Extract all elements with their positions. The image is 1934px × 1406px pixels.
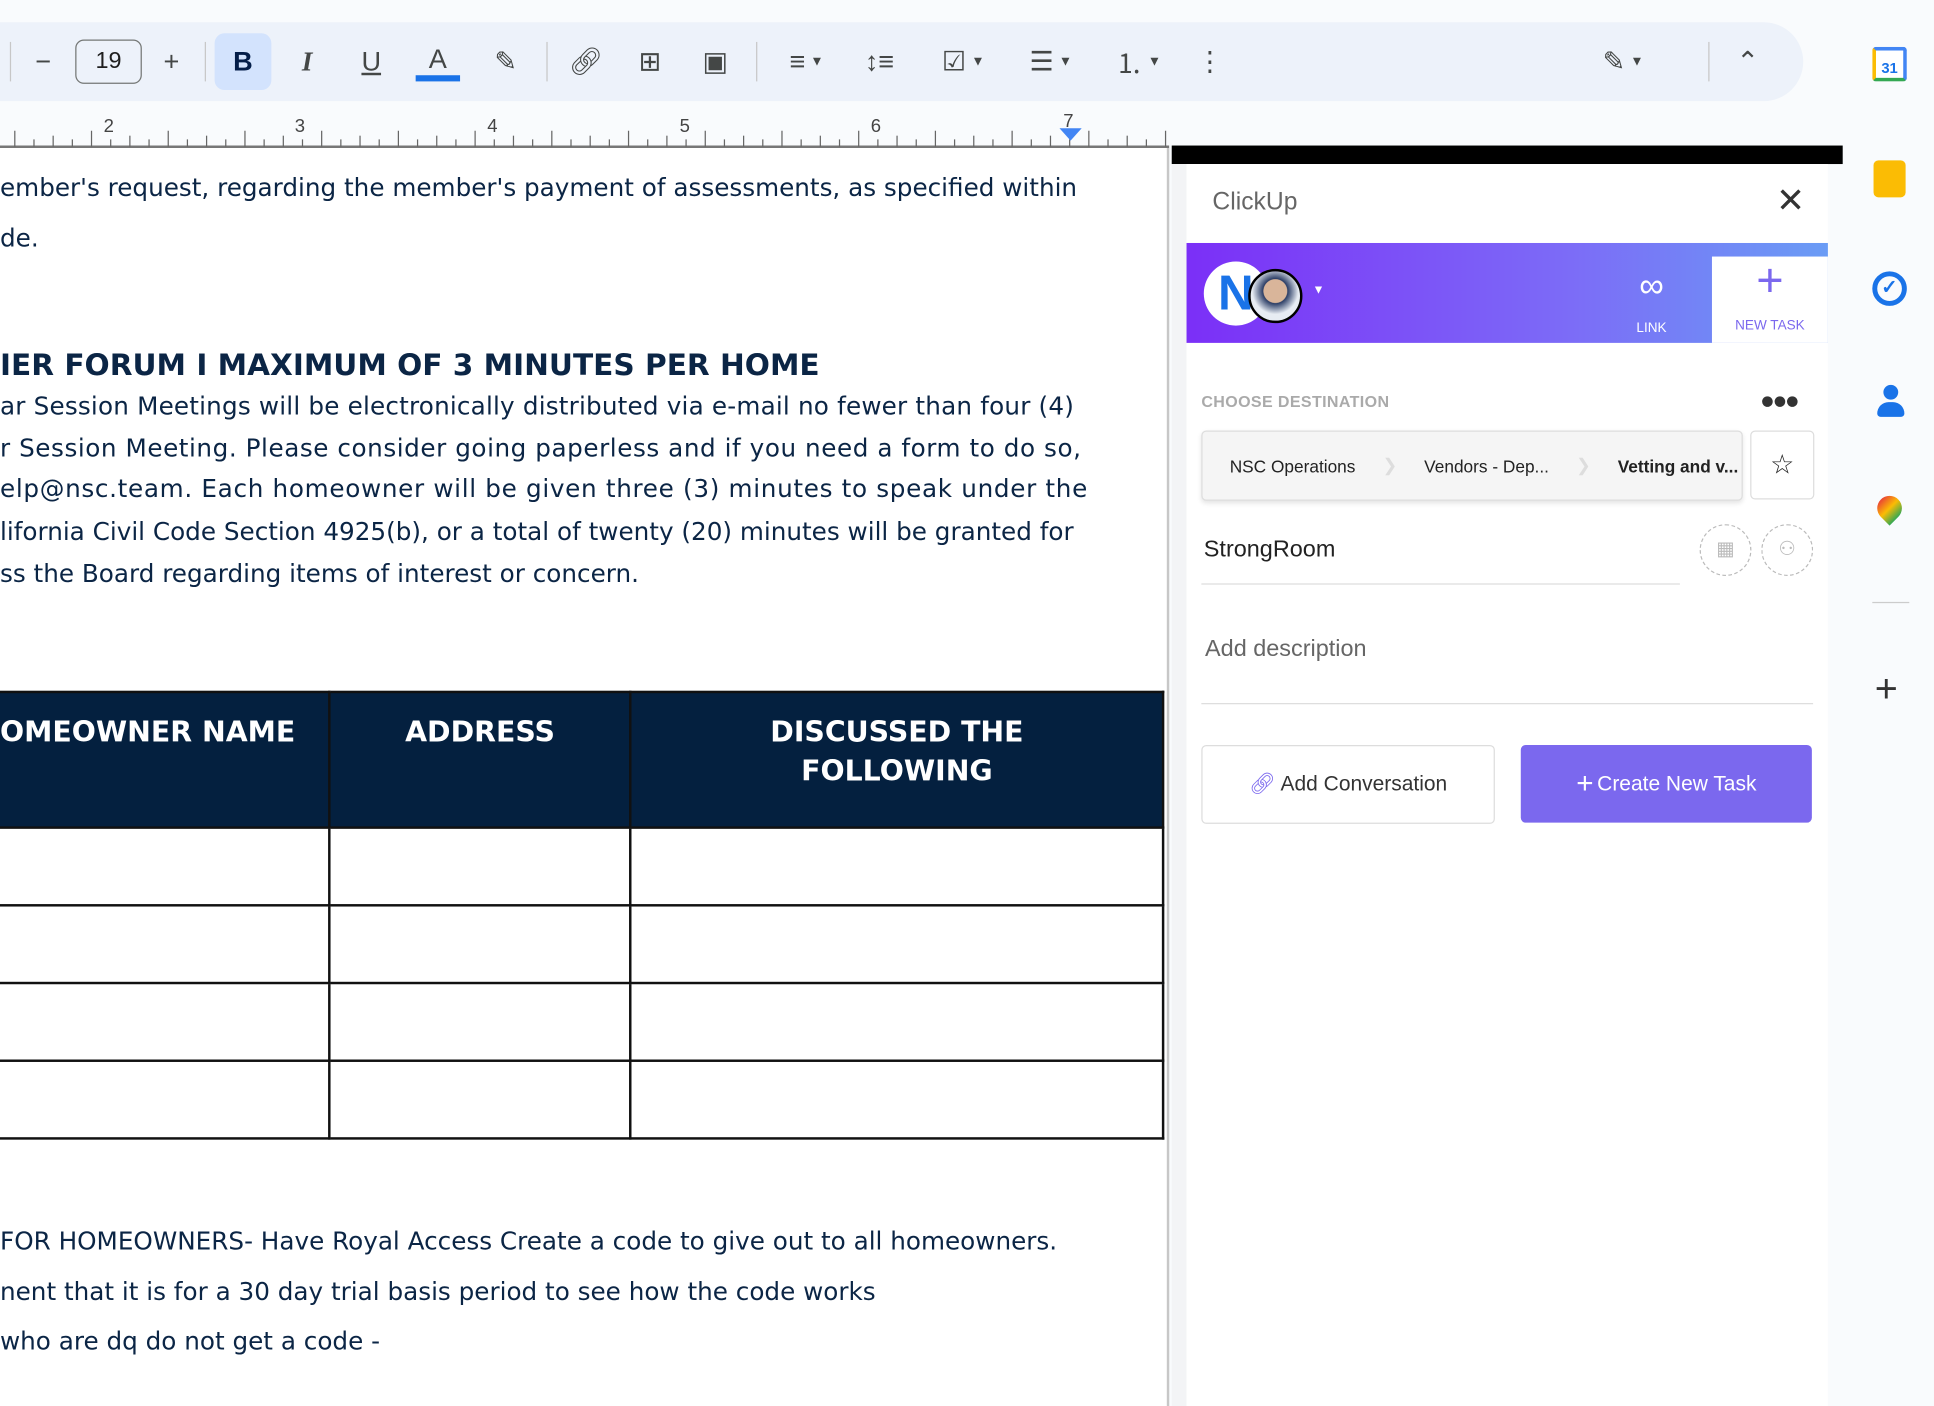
panel-top-bar: [1171, 145, 1843, 165]
calendar-icon[interactable]: 31: [1872, 46, 1907, 82]
doc-line: FOR HOMEOWNERS- Have Royal Access Create…: [0, 1225, 1058, 1256]
create-new-task-button[interactable]: + Create New Task: [1520, 744, 1812, 823]
link-icon: 🔗︎: [1248, 772, 1276, 796]
keep-icon[interactable]: [1873, 160, 1906, 198]
task-name-input[interactable]: StrongRoom: [1204, 537, 1336, 564]
bulleted-list-dropdown[interactable]: ☰ ▼: [1016, 39, 1085, 83]
link-tab-label[interactable]: LINK: [1621, 321, 1683, 336]
insert-image-icon[interactable]: ▣: [697, 39, 734, 83]
panel-gutter: [1171, 164, 1187, 1406]
text-color-swatch: [415, 74, 461, 81]
plus-icon: +: [1576, 766, 1594, 800]
column-header: ADDRESS: [328, 690, 632, 829]
italic-button[interactable]: I: [291, 39, 323, 83]
numbered-list-dropdown[interactable]: ⒈ ▼: [1104, 39, 1173, 83]
doc-line: elp@nsc.team. Each homeowner will be giv…: [0, 473, 1088, 504]
doc-line: ss the Board regarding items of interest…: [0, 558, 639, 589]
highlight-pen-icon[interactable]: ✎: [488, 39, 523, 83]
bold-button[interactable]: B: [214, 33, 272, 91]
new-task-tab[interactable]: + NEW TASK: [1711, 255, 1828, 343]
column-header: OMEOWNER NAME: [0, 690, 331, 829]
add-app-plus-icon[interactable]: +: [1875, 666, 1898, 712]
increase-font-size-button[interactable]: +: [155, 39, 187, 83]
ruler-ticks: [0, 128, 1170, 149]
homeowner-forum-table[interactable]: OMEOWNER NAME ADDRESS DISCUSSED THE FOLL…: [0, 690, 1165, 1140]
star-icon[interactable]: ☆: [1750, 430, 1815, 500]
doc-line: lifornia Civil Code Section 4925(b), or …: [0, 516, 1074, 547]
add-conversation-label: Add Conversation: [1280, 772, 1448, 796]
breadcrumb-item[interactable]: Vendors - Dep...: [1397, 456, 1576, 476]
choose-destination-label: CHOOSE DESTINATION: [1201, 392, 1390, 411]
decrease-font-size-button[interactable]: −: [27, 39, 59, 83]
table-row[interactable]: [0, 826, 1165, 907]
table-row[interactable]: [0, 1059, 1165, 1140]
chevron-right-icon: ❯: [1576, 455, 1591, 475]
ruler-mark: 2: [103, 115, 114, 137]
ruler-mark: 4: [487, 115, 498, 137]
hide-menus-chevron-icon[interactable]: ⌃: [1730, 39, 1765, 83]
user-avatar[interactable]: [1248, 268, 1303, 324]
line-spacing-icon[interactable]: ↕≡: [858, 39, 900, 83]
doc-line: nent that it is for a 30 day trial basis…: [0, 1276, 876, 1307]
ruler-mark: 5: [679, 115, 690, 137]
add-conversation-button[interactable]: 🔗︎ Add Conversation: [1201, 744, 1495, 824]
create-task-label: Create New Task: [1597, 771, 1757, 795]
plus-icon: +: [1756, 255, 1784, 308]
contacts-icon[interactable]: [1877, 384, 1905, 420]
doc-line: ar Session Meetings will be electronical…: [0, 390, 1075, 421]
destination-breadcrumb[interactable]: NSC Operations ❯ Vendors - Dep... ❯ Vett…: [1201, 430, 1743, 501]
table-row[interactable]: [0, 981, 1165, 1062]
text-color-button[interactable]: A: [415, 39, 461, 83]
new-task-label: NEW TASK: [1735, 318, 1805, 334]
link-icon[interactable]: ∞: [1621, 266, 1683, 305]
divider: [1201, 583, 1680, 585]
ruler-mark: 7: [1063, 111, 1074, 132]
editing-mode-dropdown[interactable]: ✎ ▼: [1586, 39, 1660, 83]
side-panel: 31 ✓ +: [1845, 0, 1934, 1406]
font-size-input[interactable]: 19: [75, 39, 142, 84]
breadcrumb-item[interactable]: Vetting and v...: [1591, 456, 1766, 476]
text-color-label: A: [428, 42, 447, 74]
doc-heading: IER FORUM I MAXIMUM OF 3 MINUTES PER HOM…: [0, 347, 820, 383]
more-options-icon[interactable]: ⋮: [1196, 39, 1223, 83]
doc-line: de.: [0, 223, 39, 253]
close-icon[interactable]: ✕: [1776, 182, 1805, 220]
document-page[interactable]: ember's request, regarding the member's …: [0, 148, 1170, 1406]
table-row[interactable]: [0, 904, 1165, 985]
checklist-dropdown[interactable]: ☑ ▼: [928, 39, 1000, 83]
divider: [1872, 601, 1910, 604]
assignee-icon[interactable]: ⚇: [1761, 524, 1814, 576]
ruler-mark: 3: [294, 115, 306, 137]
more-options-icon[interactable]: ●●●: [1760, 387, 1800, 415]
formatting-toolbar: − 19 + B I U A ✎ 🔗︎ ⊞ ▣ ≡ ▼ ↕≡ ☑ ▼ ☰ ▼ ⒈ ▼ ⋮…: [0, 22, 1804, 102]
panel-title: ClickUp: [1212, 188, 1298, 216]
doc-line: who are dq do not get a code -: [0, 1325, 381, 1356]
ruler-mark: 6: [870, 115, 882, 137]
add-comment-icon[interactable]: ⊞: [632, 39, 669, 83]
breadcrumb-item[interactable]: NSC Operations: [1203, 456, 1383, 476]
align-dropdown[interactable]: ≡ ▼: [775, 39, 839, 83]
insert-link-icon[interactable]: 🔗︎: [565, 39, 607, 83]
ruler[interactable]: 2 3 4 5 6 7: [0, 109, 1170, 149]
column-header: DISCUSSED THE FOLLOWING: [629, 690, 1165, 829]
chevron-right-icon: ❯: [1382, 455, 1398, 475]
doc-line: ember's request, regarding the member's …: [0, 172, 1078, 203]
divider: [1201, 703, 1814, 705]
doc-line: r Session Meeting. Please consider going…: [0, 432, 1082, 463]
description-input[interactable]: Add description: [1205, 636, 1367, 663]
tasks-icon[interactable]: ✓: [1872, 271, 1907, 306]
workspace-dropdown-caret[interactable]: ▼: [1312, 284, 1324, 298]
table-header-row: OMEOWNER NAME ADDRESS DISCUSSED THE FOLL…: [0, 690, 1165, 829]
underline-button[interactable]: U: [355, 39, 387, 83]
maps-icon[interactable]: [1872, 490, 1908, 526]
due-date-calendar-icon[interactable]: ▦: [1699, 524, 1752, 576]
